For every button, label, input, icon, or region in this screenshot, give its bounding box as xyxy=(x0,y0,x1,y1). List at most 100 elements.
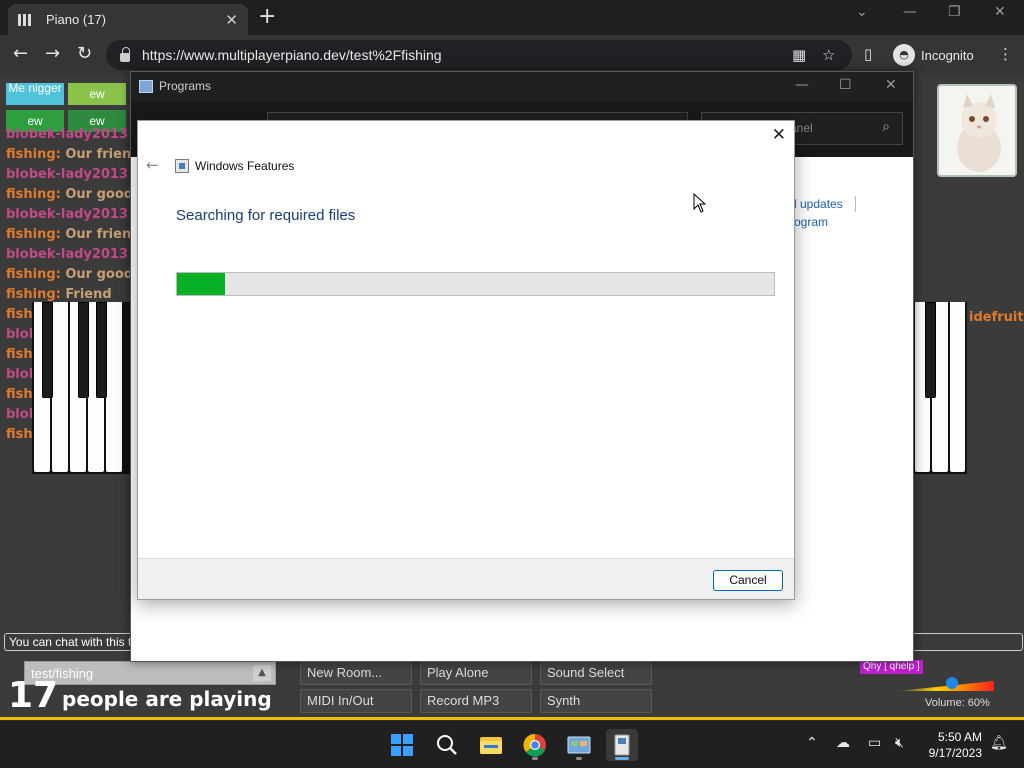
divider xyxy=(855,196,856,212)
new-tab-button[interactable]: + xyxy=(258,4,276,29)
tab-search-icon[interactable]: ⌄ xyxy=(856,4,868,20)
reload-icon[interactable]: ↻ xyxy=(77,43,92,64)
chat-message: blobek-lady2013 xyxy=(6,167,130,182)
search-icon[interactable]: ⌕ xyxy=(882,119,890,135)
side-panel-icon[interactable]: ▯ xyxy=(864,45,872,63)
piano-keys-left[interactable] xyxy=(32,302,132,474)
windows-features-icon xyxy=(175,159,189,173)
black-key[interactable] xyxy=(42,302,53,398)
chat-author: fishing: xyxy=(6,187,61,202)
notification-bell-icon[interactable]: 🔔︎ xyxy=(990,735,1008,751)
people-count: 17 xyxy=(8,675,59,716)
black-key[interactable] xyxy=(78,302,89,398)
sound-select-button[interactable]: Sound Select xyxy=(540,661,652,685)
chat-message: fishing: Friend xyxy=(6,287,130,302)
user-tag[interactable]: ew xyxy=(68,83,126,105)
volume-label: Volume: 60% xyxy=(925,697,990,709)
piano-favicon-icon xyxy=(18,13,34,26)
chat-text: Our good xyxy=(65,267,130,282)
close-icon[interactable]: ✕ xyxy=(885,77,897,93)
bookmark-star-icon[interactable]: ☆ xyxy=(822,46,835,64)
chrome-icon[interactable] xyxy=(519,729,551,761)
back-arrow-icon[interactable]: ← xyxy=(146,156,159,174)
record-mp3-button[interactable]: Record MP3 xyxy=(420,689,532,713)
install-app-icon[interactable]: ▦ xyxy=(792,46,806,64)
chat-message: fishing: Our frien xyxy=(6,147,130,162)
chat-author: blobek-lady2013 xyxy=(6,247,129,262)
address-bar[interactable]: https://www.multiplayerpiano.dev/test%2F… xyxy=(106,40,852,70)
windows-start-icon[interactable] xyxy=(386,729,418,761)
maximize-icon[interactable]: ☐ xyxy=(839,77,852,93)
browser-tab[interactable]: Piano (17) ✕ xyxy=(8,4,248,35)
white-key[interactable] xyxy=(949,302,965,472)
cloud-info-icon[interactable]: ☁ xyxy=(836,735,850,751)
chat-author: fishing: xyxy=(6,227,61,242)
system-clock[interactable]: 5:50 AM 9/17/2023 xyxy=(920,729,982,761)
chat-message: fishing: Our good xyxy=(6,267,130,282)
file-explorer-icon[interactable] xyxy=(475,729,507,761)
black-key[interactable] xyxy=(925,302,936,398)
installed-updates-link[interactable]: d updates xyxy=(790,197,843,211)
browser-tab-strip: Piano (17) ✕ + ⌄ — ❐ ✕ xyxy=(0,0,1024,35)
browser-toolbar: ← → ↻ https://www.multiplayerpiano.dev/t… xyxy=(0,35,1024,75)
chevron-up-icon[interactable]: ⌃ xyxy=(806,735,818,751)
play-alone-button[interactable]: Play Alone xyxy=(420,661,532,685)
forward-icon[interactable]: → xyxy=(45,43,60,64)
chat-author: fishing: xyxy=(6,287,61,302)
taskbar: ⌃ ☁ ▭ 🔇︎ 5:50 AM 9/17/2023 🔔︎ xyxy=(0,720,1024,768)
white-key[interactable] xyxy=(106,302,122,472)
progress-fill xyxy=(177,273,225,295)
programs-title: Programs xyxy=(159,79,212,93)
chat-text: Friend xyxy=(65,287,112,302)
room-selector[interactable]: test/fishing ▲ xyxy=(24,661,276,685)
more-menu-icon[interactable]: ⋮ xyxy=(998,45,1013,63)
search-icon[interactable] xyxy=(431,729,463,761)
clock-time: 5:50 AM xyxy=(937,730,982,744)
new-room-button[interactable]: New Room... xyxy=(300,661,412,685)
control-panel-icon xyxy=(139,80,153,93)
lock-icon[interactable] xyxy=(120,46,130,62)
chat-text: Our frien xyxy=(65,227,130,242)
cancel-button[interactable]: Cancel xyxy=(713,570,783,591)
chat-message: blobek-lady2013 xyxy=(6,247,130,262)
network-icon[interactable]: ▭ xyxy=(868,735,881,751)
dialog-footer: Cancel xyxy=(138,558,794,599)
tab-close-icon[interactable]: ✕ xyxy=(225,11,238,29)
back-icon[interactable]: ← xyxy=(13,43,28,64)
piano-keys-right[interactable] xyxy=(913,302,967,474)
chat-message: blobek-lady2013 xyxy=(6,207,130,222)
chat-author: blobek-lady2013 xyxy=(6,167,129,182)
clock-date: 9/17/2023 xyxy=(928,746,982,760)
qhy-tag[interactable]: Qhy [ qhelp ] xyxy=(860,660,923,674)
kitten-avatar xyxy=(937,84,1017,177)
windows-features-icon[interactable] xyxy=(606,729,638,761)
black-key[interactable] xyxy=(96,302,107,398)
close-icon[interactable]: ✕ xyxy=(772,125,786,145)
url-text[interactable]: https://www.multiplayerpiano.dev/test%2F… xyxy=(142,47,442,63)
chevron-up-icon[interactable]: ▲ xyxy=(253,665,271,681)
chat-author: blobek-lady2013 xyxy=(6,127,129,142)
progress-bar xyxy=(176,272,775,296)
incognito-icon: ◓ xyxy=(893,44,915,66)
volume-knob[interactable] xyxy=(946,677,958,689)
user-tag[interactable]: Me nigger xyxy=(6,82,64,105)
programs-titlebar: Programs — ☐ ✕ xyxy=(131,72,913,102)
synth-button[interactable]: Synth xyxy=(540,689,652,713)
dialog-title: Windows Features xyxy=(195,159,295,173)
piano-bottom-bar: test/fishing ▲ 17 people are playing New… xyxy=(0,657,1024,720)
close-icon[interactable]: ✕ xyxy=(994,4,1006,20)
volume-muted-icon[interactable]: 🔇︎ xyxy=(895,735,904,751)
minimize-icon[interactable]: — xyxy=(795,77,809,93)
incognito-label: Incognito xyxy=(921,47,974,63)
windows-features-dialog: ✕ ← Windows Features Searching for requi… xyxy=(137,120,795,600)
chat-author: fishing: xyxy=(6,147,61,162)
restore-icon[interactable]: ❐ xyxy=(948,4,961,20)
minimize-icon[interactable]: — xyxy=(903,4,917,20)
white-key[interactable] xyxy=(52,302,68,472)
midi-button[interactable]: MIDI In/Out xyxy=(300,689,412,713)
incognito-profile[interactable]: ◓ Incognito xyxy=(893,44,974,66)
chat-message: fishing: Our good xyxy=(6,187,130,202)
program-link[interactable]: rogram xyxy=(790,215,828,229)
chat-text: Our good xyxy=(65,187,130,202)
control-panel-icon[interactable] xyxy=(563,729,595,761)
